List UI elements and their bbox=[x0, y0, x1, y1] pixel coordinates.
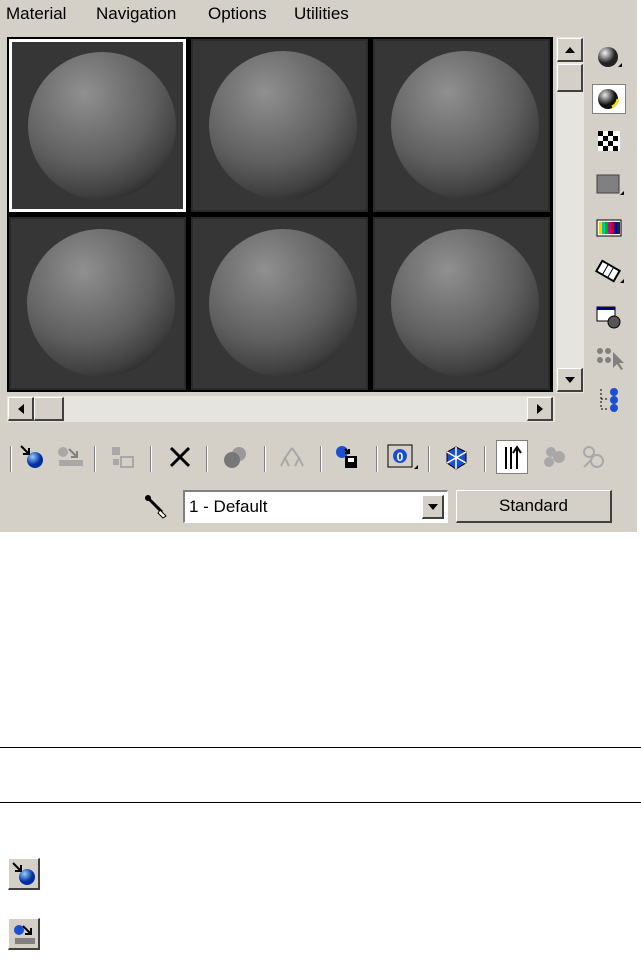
toolbar-separator bbox=[10, 446, 12, 472]
material-sphere bbox=[209, 229, 357, 377]
sample-slot-4[interactable] bbox=[9, 217, 186, 390]
toolbar-separator bbox=[320, 446, 322, 472]
material-sphere bbox=[27, 229, 175, 377]
menu-bar: Material Navigation Options Utilities bbox=[0, 0, 637, 30]
scroll-right-button[interactable] bbox=[527, 397, 553, 421]
toolbar-separator bbox=[150, 446, 152, 472]
arrow-up-icon bbox=[564, 46, 575, 53]
vertical-scrollbar[interactable] bbox=[556, 37, 584, 393]
put-to-library-icon[interactable] bbox=[276, 440, 308, 474]
material-map-navigator-icon[interactable] bbox=[592, 384, 626, 414]
dropdown-arrow-button[interactable] bbox=[422, 495, 444, 519]
toolbar-separator bbox=[376, 446, 378, 472]
material-sphere bbox=[28, 52, 176, 200]
material-type-label: Standard bbox=[499, 496, 568, 515]
get-material-legend-icon bbox=[8, 858, 40, 890]
go-forward-to-sibling-icon[interactable] bbox=[540, 440, 572, 474]
video-color-check-icon[interactable] bbox=[592, 214, 626, 244]
scroll-up-button[interactable] bbox=[557, 38, 583, 62]
material-sphere bbox=[391, 51, 539, 199]
material-name-dropdown[interactable]: 1 - Default bbox=[183, 490, 448, 523]
arrow-left-icon bbox=[17, 403, 24, 414]
material-type-button[interactable]: Standard bbox=[456, 490, 612, 523]
show-map-in-viewport-icon[interactable]: 0 bbox=[386, 440, 418, 474]
menu-utilities[interactable]: Utilities bbox=[294, 4, 349, 24]
scroll-left-button[interactable] bbox=[8, 397, 34, 421]
select-by-material-icon[interactable] bbox=[592, 342, 626, 372]
sample-uv-tiling-icon[interactable] bbox=[592, 170, 626, 200]
make-preview-icon[interactable] bbox=[592, 256, 626, 286]
scroll-down-button[interactable] bbox=[557, 368, 583, 392]
put-material-to-scene-legend-icon bbox=[8, 918, 40, 950]
material-editor-panel: Material Navigation Options Utilities 0 … bbox=[0, 0, 637, 532]
sample-slot-1[interactable] bbox=[9, 39, 186, 212]
toolbar-separator bbox=[484, 446, 486, 472]
arrow-down-icon bbox=[564, 376, 575, 383]
sample-type-sphere-icon[interactable] bbox=[592, 42, 626, 72]
reset-map-icon[interactable] bbox=[164, 440, 196, 474]
go-to-parent-icon[interactable] bbox=[496, 440, 528, 474]
sample-slots-grid bbox=[7, 37, 553, 392]
put-material-to-scene-icon[interactable] bbox=[54, 440, 86, 474]
chevron-down-icon bbox=[427, 503, 438, 510]
sample-slot-3[interactable] bbox=[373, 39, 550, 212]
horizontal-scroll-thumb[interactable] bbox=[34, 397, 64, 421]
arrow-right-icon bbox=[536, 403, 543, 414]
horizontal-scrollbar[interactable] bbox=[7, 396, 555, 422]
material-sphere bbox=[209, 51, 357, 199]
svg-text:0: 0 bbox=[397, 450, 404, 464]
make-unique-icon[interactable] bbox=[220, 440, 252, 474]
toolbar-separator bbox=[428, 446, 430, 472]
material-sphere bbox=[391, 229, 539, 377]
go-back-icon[interactable] bbox=[578, 440, 610, 474]
checker-background-icon[interactable] bbox=[592, 126, 626, 156]
eyedropper-icon[interactable] bbox=[142, 492, 172, 522]
material-effects-channel-icon[interactable] bbox=[332, 440, 364, 474]
toolbar-separator bbox=[94, 446, 96, 472]
divider-line bbox=[0, 802, 641, 803]
toolbar-separator bbox=[206, 446, 208, 472]
material-name-value: 1 - Default bbox=[189, 497, 268, 516]
get-material-icon[interactable] bbox=[16, 440, 48, 474]
backlight-icon[interactable] bbox=[592, 84, 626, 114]
assign-material-icon[interactable] bbox=[108, 440, 140, 474]
menu-navigation[interactable]: Navigation bbox=[96, 4, 176, 24]
vertical-scroll-thumb[interactable] bbox=[557, 64, 583, 92]
menu-options[interactable]: Options bbox=[208, 4, 267, 24]
sample-slot-2[interactable] bbox=[191, 39, 368, 212]
toolbar-separator bbox=[264, 446, 266, 472]
sample-slot-6[interactable] bbox=[373, 217, 550, 390]
menu-material[interactable]: Material bbox=[6, 4, 66, 24]
sample-slot-5[interactable] bbox=[191, 217, 368, 390]
show-end-result-icon[interactable] bbox=[440, 440, 472, 474]
divider-line bbox=[0, 747, 641, 748]
options-icon[interactable] bbox=[592, 302, 626, 332]
